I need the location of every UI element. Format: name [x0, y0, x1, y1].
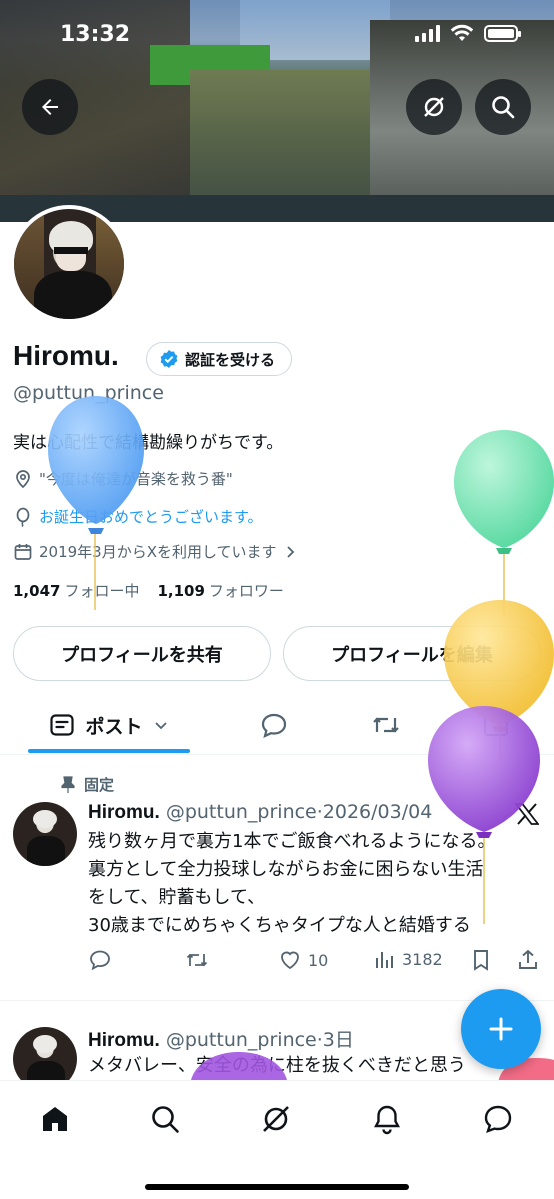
followers-count: 1,109: [157, 582, 205, 600]
post-date[interactable]: 3日: [323, 1029, 354, 1051]
active-tab-indicator: [28, 749, 190, 753]
post-author-handle[interactable]: @puttun_prince: [166, 801, 317, 823]
repost-icon: [186, 953, 208, 967]
get-verified-button[interactable]: 認証を受ける: [146, 342, 293, 376]
post-line: メタバレー、安全の為に柱を抜くべきだと思う: [88, 1052, 538, 1080]
balloon-icon: [16, 507, 30, 527]
home-icon: [43, 1107, 67, 1131]
pinned-label-row: 固定: [60, 774, 114, 795]
back-button[interactable]: [22, 79, 78, 135]
reply-icon: [90, 950, 110, 971]
like-button[interactable]: 10: [278, 948, 328, 972]
status-icons: [415, 24, 521, 42]
grok-button[interactable]: [406, 79, 462, 135]
bottom-navigation: [0, 1080, 554, 1199]
cellular-signal-icon: [415, 24, 440, 42]
chat-icon: [484, 1105, 512, 1133]
post-actions: 10 3182: [88, 948, 542, 976]
bookmark-button[interactable]: [470, 948, 492, 972]
plus-icon: [489, 1017, 513, 1041]
post-body: メタバレー、安全の為に柱を抜くべきだと思う: [88, 1052, 538, 1080]
profile-avatar[interactable]: [10, 205, 128, 323]
nav-home[interactable]: [35, 1099, 75, 1139]
search-button[interactable]: [475, 79, 531, 135]
calendar-icon: [14, 543, 32, 560]
compose-post-button[interactable]: [461, 989, 541, 1069]
post-author-name[interactable]: Hiromu.: [88, 1030, 160, 1051]
reply-icon: [261, 713, 287, 738]
nav-grok[interactable]: [256, 1099, 296, 1139]
bell-icon: [374, 1105, 400, 1135]
chevron-down-icon: [154, 722, 167, 730]
balloon-purple: [428, 706, 540, 924]
grok-icon: [424, 97, 444, 117]
battery-icon: [484, 24, 521, 42]
balloon-blue: [48, 396, 144, 610]
views-button[interactable]: 3182: [374, 948, 443, 970]
analytics-icon: [376, 952, 393, 968]
heart-icon: [281, 951, 299, 970]
profile-name: Hiromu.: [13, 340, 119, 371]
nav-search[interactable]: [145, 1099, 185, 1139]
post-header: Hiromu. @puttun_prince·2026/03/04: [88, 801, 432, 824]
verified-badge-icon: [160, 350, 178, 368]
share-profile-button[interactable]: プロフィールを共有: [13, 626, 271, 681]
posts-tab-icon: [50, 714, 75, 736]
repost-button[interactable]: [184, 948, 210, 972]
search-icon: [492, 96, 515, 119]
pin-icon: [61, 775, 75, 793]
bookmark-icon: [474, 950, 488, 971]
like-count: 10: [308, 950, 329, 970]
reply-button[interactable]: [88, 948, 112, 972]
home-indicator: [145, 1184, 409, 1190]
post-avatar-body: [27, 836, 65, 866]
arrow-left-icon: [42, 99, 58, 115]
balloon-green: [454, 430, 554, 618]
post-avatar[interactable]: [13, 802, 77, 866]
repost-icon: [373, 717, 399, 733]
chevron-right-icon: [286, 545, 294, 558]
nav-notifications[interactable]: [367, 1099, 407, 1139]
followers-label: フォロワー: [208, 582, 284, 600]
tab-posts[interactable]: ポスト: [28, 697, 190, 753]
grok-icon: [263, 1106, 289, 1132]
post-avatar-hair: [33, 810, 57, 828]
tab-posts-label: ポスト: [85, 715, 143, 738]
get-verified-label: 認証を受ける: [185, 350, 276, 369]
pinned-label: 固定: [84, 776, 115, 794]
view-count: 3182: [402, 949, 443, 969]
post-date[interactable]: 2026/03/04: [323, 801, 433, 823]
post-author-name[interactable]: Hiromu.: [88, 802, 160, 823]
tab-reposts[interactable]: [356, 697, 416, 753]
share-icon: [519, 949, 537, 969]
wifi-icon: [450, 24, 474, 41]
tab-replies[interactable]: [244, 697, 304, 753]
avatar-body: [34, 271, 112, 319]
share-button[interactable]: [516, 948, 540, 972]
status-time: 13:32: [60, 22, 131, 47]
post-avatar-hair: [33, 1035, 57, 1053]
avatar-blindfold: [54, 247, 88, 254]
nav-messages[interactable]: [478, 1099, 518, 1139]
location-pin-icon: [16, 469, 30, 488]
followers-link[interactable]: 1,109 フォロワー: [157, 580, 283, 601]
search-icon: [152, 1106, 179, 1133]
